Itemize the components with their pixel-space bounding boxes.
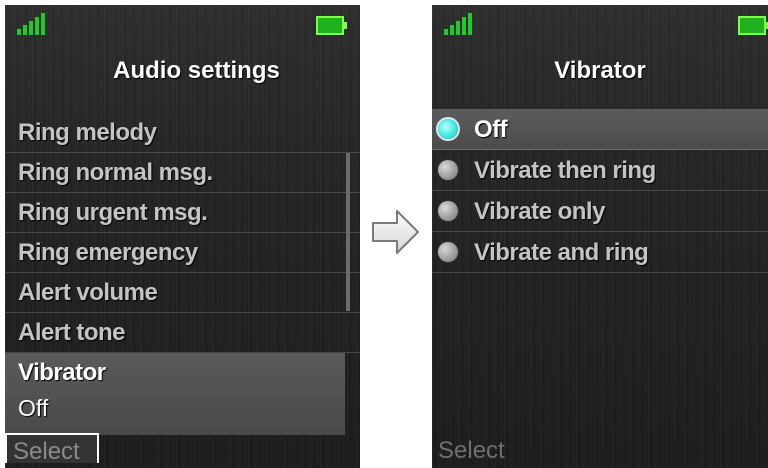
canvas: Audio settings Ring melody Ring normal m… [0, 0, 768, 468]
radio-unchecked-icon[interactable] [438, 201, 458, 221]
menu-item-ring-melody[interactable]: Ring melody [5, 113, 360, 153]
menu-item-label: Ring urgent msg. [18, 199, 208, 226]
menu-item-alert-tone[interactable]: Alert tone [5, 313, 360, 353]
option-vibrate-then-ring[interactable]: Vibrate then ring [432, 150, 768, 191]
menu-item-alert-volume[interactable]: Alert volume [5, 273, 360, 313]
right-arrow-icon [372, 210, 419, 254]
audio-settings-screen: Audio settings Ring melody Ring normal m… [5, 5, 360, 468]
softkey-label: Select [13, 438, 80, 465]
option-vibrate-and-ring[interactable]: Vibrate and ring [432, 232, 768, 273]
select-softkey[interactable]: Select [438, 437, 505, 465]
radio-unchecked-icon[interactable] [438, 242, 458, 262]
menu-item-ring-emergency[interactable]: Ring emergency [5, 233, 360, 273]
page-title: Audio settings [113, 57, 280, 84]
signal-strength-icon [444, 13, 472, 35]
menu-item-label: Ring normal msg. [18, 159, 213, 186]
menu-item-value: Off [18, 395, 49, 421]
option-list: Off Vibrate then ring Vibrate only Vibra… [432, 109, 768, 273]
menu-item-vibrator[interactable]: Vibrator Off [5, 353, 345, 435]
menu-list: Ring melody Ring normal msg. Ring urgent… [5, 113, 360, 435]
vibrator-screen: Vibrator Off Vibrate then ring Vibrate o… [432, 5, 768, 468]
select-softkey[interactable]: Select [5, 433, 99, 465]
menu-item-label: Alert volume [18, 279, 158, 306]
scrollbar[interactable] [346, 153, 350, 311]
radio-checked-icon[interactable] [438, 119, 458, 139]
option-vibrate-only[interactable]: Vibrate only [432, 191, 768, 232]
menu-item-ring-normal-msg[interactable]: Ring normal msg. [5, 153, 360, 193]
battery-full-icon [316, 16, 347, 35]
option-label: Vibrate only [474, 198, 605, 225]
menu-item-label: Alert tone [18, 319, 126, 346]
page-title: Vibrator [554, 57, 646, 84]
menu-item-label: Ring melody [18, 119, 157, 146]
option-label: Off [474, 116, 508, 143]
signal-strength-icon [17, 13, 45, 35]
status-bar [5, 5, 360, 41]
radio-unchecked-icon[interactable] [438, 160, 458, 180]
option-label: Vibrate and ring [474, 239, 649, 266]
battery-full-icon [738, 16, 768, 35]
status-bar [432, 5, 768, 41]
menu-item-label: Vibrator [18, 359, 106, 386]
option-off[interactable]: Off [432, 109, 768, 150]
menu-item-label: Ring emergency [18, 239, 198, 266]
option-label: Vibrate then ring [474, 157, 656, 184]
menu-item-ring-urgent-msg[interactable]: Ring urgent msg. [5, 193, 360, 233]
